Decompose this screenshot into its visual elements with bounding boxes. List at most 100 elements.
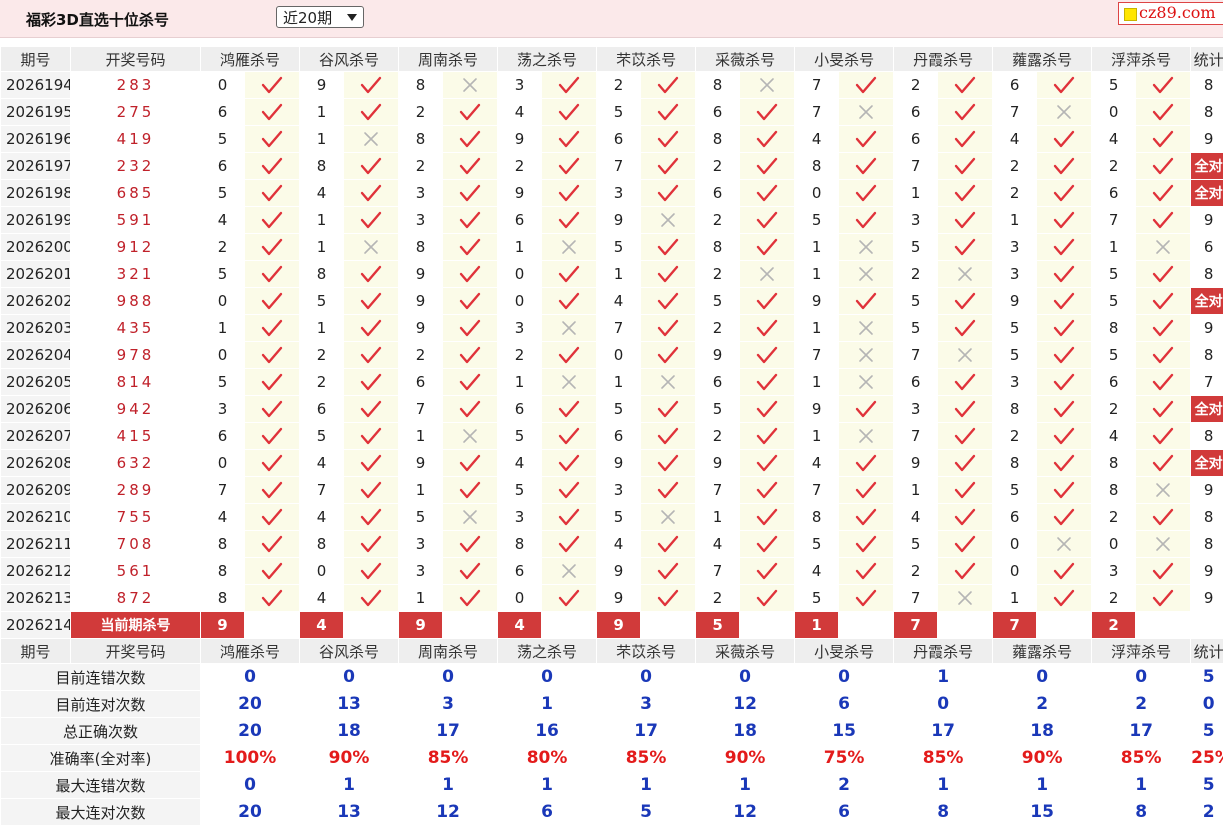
kill-value-cell: 7 xyxy=(794,476,840,504)
period-cell: 2026201 xyxy=(0,260,71,288)
table-row: 2026195 275 6 1 2 4 5 6 7 6 7 0 8 xyxy=(0,98,1223,126)
summary-stat: 0 xyxy=(1190,690,1223,718)
kill-value-cell: 6 xyxy=(695,179,741,207)
cross-icon xyxy=(661,375,675,389)
table-row: 2026203 435 1 1 9 3 7 2 1 5 5 8 9 xyxy=(0,314,1223,342)
stat-cell: 9 xyxy=(1190,206,1223,234)
period-select[interactable]: 近20期 xyxy=(276,6,364,28)
kill-value-cell: 6 xyxy=(1091,368,1137,396)
check-icon xyxy=(1053,589,1075,607)
result-mark-cell xyxy=(739,341,796,369)
check-icon xyxy=(459,589,481,607)
kill-value-cell: 8 xyxy=(1091,314,1137,342)
cross-icon xyxy=(364,240,378,254)
kill-value-cell: 4 xyxy=(299,584,345,612)
kill-value-cell: 7 xyxy=(200,476,245,504)
kill-value-cell: 8 xyxy=(992,449,1038,477)
result-mark-cell xyxy=(838,476,895,504)
kill-value-cell: 5 xyxy=(497,476,543,504)
result-mark-cell xyxy=(1036,530,1093,558)
check-icon xyxy=(954,454,976,472)
result-mark-cell xyxy=(442,179,499,207)
kill-value-cell: 1 xyxy=(794,422,840,450)
kill-value-cell: 2 xyxy=(992,179,1038,207)
cross-icon xyxy=(1057,537,1071,551)
check-icon xyxy=(657,589,679,607)
result-mark-cell xyxy=(1036,260,1093,288)
kill-value-cell: 5 xyxy=(596,98,642,126)
kill-value-cell: 9 xyxy=(596,449,642,477)
kill-value-cell: 4 xyxy=(200,206,245,234)
kill-value-cell: 5 xyxy=(893,530,939,558)
check-icon xyxy=(261,562,283,580)
cross-icon xyxy=(562,240,576,254)
summary-value: 1 xyxy=(1091,771,1192,799)
result-mark-cell xyxy=(1135,476,1192,504)
summary-value: 100% xyxy=(199,744,301,772)
summary-stat: 25% xyxy=(1190,744,1223,772)
check-icon xyxy=(360,481,382,499)
kill-value-cell: 8 xyxy=(695,233,741,261)
cross-icon xyxy=(661,213,675,227)
kill-value-cell: 2 xyxy=(398,152,444,180)
summary-value: 12 xyxy=(398,798,499,826)
result-mark-cell xyxy=(541,584,598,612)
check-icon xyxy=(954,481,976,499)
check-icon xyxy=(954,319,976,337)
kill-value-cell: 7 xyxy=(794,71,840,99)
table-row: 2026211 708 8 8 3 8 4 4 5 5 0 0 8 xyxy=(0,530,1223,558)
kill-value-cell: 9 xyxy=(596,584,642,612)
kill-value-cell: 5 xyxy=(695,395,741,423)
site-logo[interactable]: cz89.com xyxy=(1118,2,1223,25)
current-kill-value: 5 xyxy=(695,611,741,639)
result-mark-cell xyxy=(937,476,994,504)
result-mark-cell xyxy=(739,503,796,531)
result-mark-cell xyxy=(838,422,895,450)
check-icon xyxy=(1053,292,1075,310)
result-mark-cell xyxy=(1036,476,1093,504)
kill-value-cell: 6 xyxy=(200,98,245,126)
check-icon xyxy=(855,292,877,310)
kill-value-cell: 4 xyxy=(1091,125,1137,153)
result-mark-cell xyxy=(937,233,994,261)
table-row: 2026199 591 4 1 3 6 9 2 5 3 1 7 9 xyxy=(0,206,1223,234)
check-icon xyxy=(657,427,679,445)
cross-icon xyxy=(958,348,972,362)
check-icon xyxy=(459,157,481,175)
check-icon xyxy=(954,562,976,580)
table-row: 2026204 978 0 2 2 2 0 9 7 7 5 5 8 xyxy=(0,341,1223,369)
result-mark-cell xyxy=(640,71,697,99)
summary-value: 1 xyxy=(695,771,796,799)
kill-value-cell: 9 xyxy=(398,314,444,342)
kill-value-cell: 3 xyxy=(497,71,543,99)
current-period-cell: 2026214 xyxy=(0,611,71,639)
kill-value-cell: 7 xyxy=(893,422,939,450)
check-icon xyxy=(657,76,679,94)
period-cell: 2026204 xyxy=(0,341,71,369)
check-icon xyxy=(558,454,580,472)
result-mark-cell xyxy=(640,368,697,396)
check-icon xyxy=(1152,346,1174,364)
kill-value-cell: 6 xyxy=(497,395,543,423)
result-mark-cell xyxy=(243,287,301,315)
result-mark-cell xyxy=(541,395,598,423)
summary-value: 2 xyxy=(794,771,895,799)
result-mark-cell xyxy=(343,395,400,423)
result-mark-cell xyxy=(640,530,697,558)
result-mark-cell xyxy=(343,314,400,342)
check-icon xyxy=(459,103,481,121)
result-mark-cell xyxy=(243,584,301,612)
result-mark-cell xyxy=(640,557,697,585)
draw-number-cell: 978 xyxy=(70,341,201,369)
kill-value-cell: 9 xyxy=(695,449,741,477)
period-cell: 2026195 xyxy=(0,98,71,126)
result-mark-cell xyxy=(838,449,895,477)
summary-row: 总正确次数 20 18 17 16 17 18 15 17 18 17 5 xyxy=(0,717,1223,745)
table-row: 2026196 419 5 1 8 9 6 8 4 6 4 4 9 xyxy=(0,125,1223,153)
check-icon xyxy=(954,157,976,175)
result-mark-cell xyxy=(1135,98,1192,126)
period-cell: 2026197 xyxy=(0,152,71,180)
table-row: 2026194 283 0 9 8 3 2 8 7 2 6 5 8 xyxy=(0,71,1223,99)
result-mark-cell xyxy=(937,179,994,207)
cross-icon xyxy=(661,510,675,524)
